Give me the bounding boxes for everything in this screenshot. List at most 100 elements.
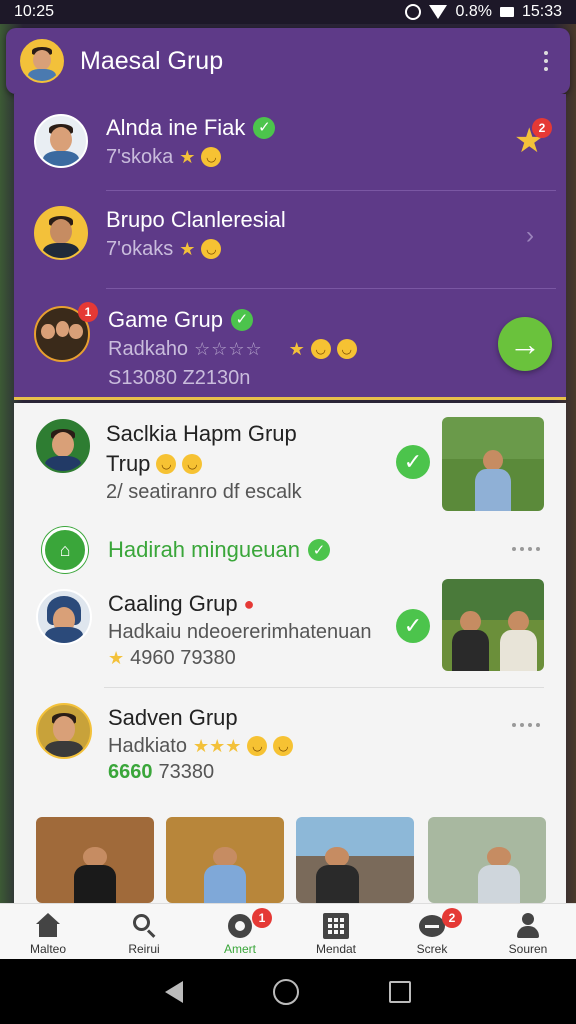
- nav-chat[interactable]: 2 Screk: [384, 904, 480, 959]
- group-photo[interactable]: [442, 417, 544, 511]
- smile-emoji-icon: ◡: [273, 736, 294, 756]
- group-list: Saclkia Hapm Grup Trup ◡ ◡ 2/ seatiranro d…: [14, 403, 566, 903]
- avatar: [34, 206, 88, 260]
- arrow-right-icon: →: [509, 325, 541, 362]
- star-icon: ★: [179, 147, 196, 167]
- nav-label: Malteo: [29, 942, 67, 956]
- more-options-icon[interactable]: [512, 547, 540, 551]
- group-name: Hadirah mingueuan: [108, 537, 301, 562]
- bottom-navigation: Malteo Reirui 1 Amert Mendat 2 Screk Sou…: [0, 903, 576, 959]
- star-icon: ★: [108, 648, 125, 668]
- nav-label: Souren: [508, 942, 548, 956]
- nav-label: Amert: [223, 942, 256, 956]
- smile-emoji-icon: ◡: [201, 239, 222, 259]
- featured-item[interactable]: Alnda ine Fiak ✓ 7'skoka ★ ◡: [34, 114, 576, 172]
- page-title: Maesal Grup: [80, 46, 224, 75]
- status-bar: 10:25 0.8% 15:33: [0, 0, 576, 24]
- verified-icon: ✓: [253, 117, 276, 139]
- star-icon: ★: [288, 339, 305, 359]
- smile-emoji-icon: ◡: [182, 454, 203, 474]
- notification-badge: 1: [78, 302, 98, 322]
- avatar: [36, 589, 92, 645]
- group-stats: 4960 79380: [130, 647, 236, 669]
- nav-label: Mendat: [315, 942, 357, 956]
- avatar: [36, 419, 90, 473]
- featured-groups-panel: Alnda ine Fiak ✓ 7'skoka ★ ◡ ★ 2 Brupo Clan…: [14, 94, 566, 400]
- gallery-photo[interactable]: [36, 817, 154, 903]
- system-navigation-bar: [0, 959, 576, 1024]
- group-name: Sadven Grup: [108, 705, 238, 730]
- group-name: Game Grup: [108, 307, 223, 332]
- wifi-icon: [429, 5, 448, 19]
- group-stats: S13080 Z2130n: [108, 367, 251, 389]
- verified-icon: ✓: [396, 609, 430, 643]
- battery-icon: [499, 7, 514, 17]
- recents-icon[interactable]: [389, 980, 411, 1003]
- search-icon: [131, 913, 157, 939]
- laugh-emoji-icon: ◡: [247, 736, 268, 756]
- notification-badge: 2: [532, 118, 552, 138]
- group-sub: Hadkiato: [108, 735, 187, 757]
- group-photo[interactable]: [442, 579, 544, 671]
- group-stats-highlight: 6660: [108, 761, 153, 783]
- go-forward-button[interactable]: →: [498, 317, 552, 371]
- laugh-emoji-icon: ◡: [310, 339, 331, 359]
- back-icon[interactable]: [165, 980, 183, 1003]
- grid-icon: [323, 913, 349, 939]
- notification-badge: 2: [442, 908, 462, 928]
- status-clock: 15:33: [521, 3, 562, 20]
- group-name: Brupo Clanleresial: [106, 207, 286, 232]
- chevron-right-icon[interactable]: ›: [526, 222, 534, 250]
- avatar: [34, 114, 88, 168]
- app-bar: Maesal Grup: [6, 28, 570, 94]
- star-icon: ★★★: [192, 736, 242, 756]
- avatar: [36, 703, 92, 759]
- profile-icon: [515, 913, 541, 939]
- more-options-icon[interactable]: [536, 51, 556, 71]
- group-sub: Hadkaiu ndeoererimhatenuan: [108, 621, 372, 643]
- gear-icon: [227, 913, 253, 939]
- more-options-icon[interactable]: [512, 723, 540, 727]
- balloon-icon: ●: [243, 594, 255, 614]
- home-circle-icon[interactable]: [273, 978, 299, 1005]
- nav-grid[interactable]: Mendat: [288, 904, 384, 959]
- starred-indicator[interactable]: ★ 2: [514, 118, 552, 158]
- nav-label: Reirui: [128, 942, 160, 956]
- smile-emoji-icon: ◡: [201, 147, 222, 167]
- group-name: Saclkia Hapm Grup: [106, 421, 297, 446]
- group-sub: Radkaho: [108, 338, 189, 360]
- rating-stars-icon: ☆☆☆☆: [194, 339, 263, 359]
- group-sub: 2/ seatiranro df escalk: [106, 481, 302, 503]
- featured-item[interactable]: Brupo Clanleresial 7'okaks ★ ◡: [34, 206, 576, 264]
- featured-item[interactable]: 1 Game Grup ✓ Radkaho ☆☆☆☆ ★ ◡ ◡ S13080 Z2130…: [34, 302, 576, 392]
- smile-emoji-icon: ◡: [336, 339, 357, 359]
- gallery-photo[interactable]: [428, 817, 546, 903]
- nav-settings[interactable]: 1 Amert: [192, 904, 288, 959]
- app-screen: 10:25 0.8% 15:33 Maesal Grup Alnda ine F…: [0, 0, 576, 1024]
- verified-icon: ✓: [396, 445, 430, 479]
- verified-icon: ✓: [230, 309, 253, 331]
- alarm-icon: [405, 4, 422, 20]
- group-logo-icon: ⌂: [42, 527, 88, 573]
- status-time: 10:25: [14, 3, 55, 20]
- star-icon: ★: [179, 239, 196, 259]
- nav-search[interactable]: Reirui: [96, 904, 192, 959]
- group-name: Caaling Grup: [108, 591, 238, 616]
- nav-profile[interactable]: Souren: [480, 904, 576, 959]
- nav-label: Screk: [416, 942, 448, 956]
- group-stats: 73380: [158, 761, 215, 783]
- group-sub: 7'okaks: [106, 238, 174, 260]
- home-icon: [35, 913, 61, 939]
- list-item[interactable]: ⌂ Hadirah mingueuan ✓: [42, 527, 542, 573]
- group-name: Alnda ine Fiak: [106, 115, 246, 140]
- verified-icon: ✓: [308, 539, 331, 561]
- list-item[interactable]: Sadven Grup Hadkiato ★★★ ◡ ◡ 6660 73380: [36, 703, 576, 785]
- notification-badge: 1: [252, 908, 272, 928]
- laugh-emoji-icon: ◡: [156, 454, 177, 474]
- header-avatar[interactable]: [20, 39, 64, 83]
- nav-home[interactable]: Malteo: [0, 904, 96, 959]
- gallery-photo[interactable]: [166, 817, 284, 903]
- battery-percent: 0.8%: [455, 3, 492, 20]
- group-sub: 7'skoka: [106, 146, 174, 168]
- gallery-photo[interactable]: [296, 817, 414, 903]
